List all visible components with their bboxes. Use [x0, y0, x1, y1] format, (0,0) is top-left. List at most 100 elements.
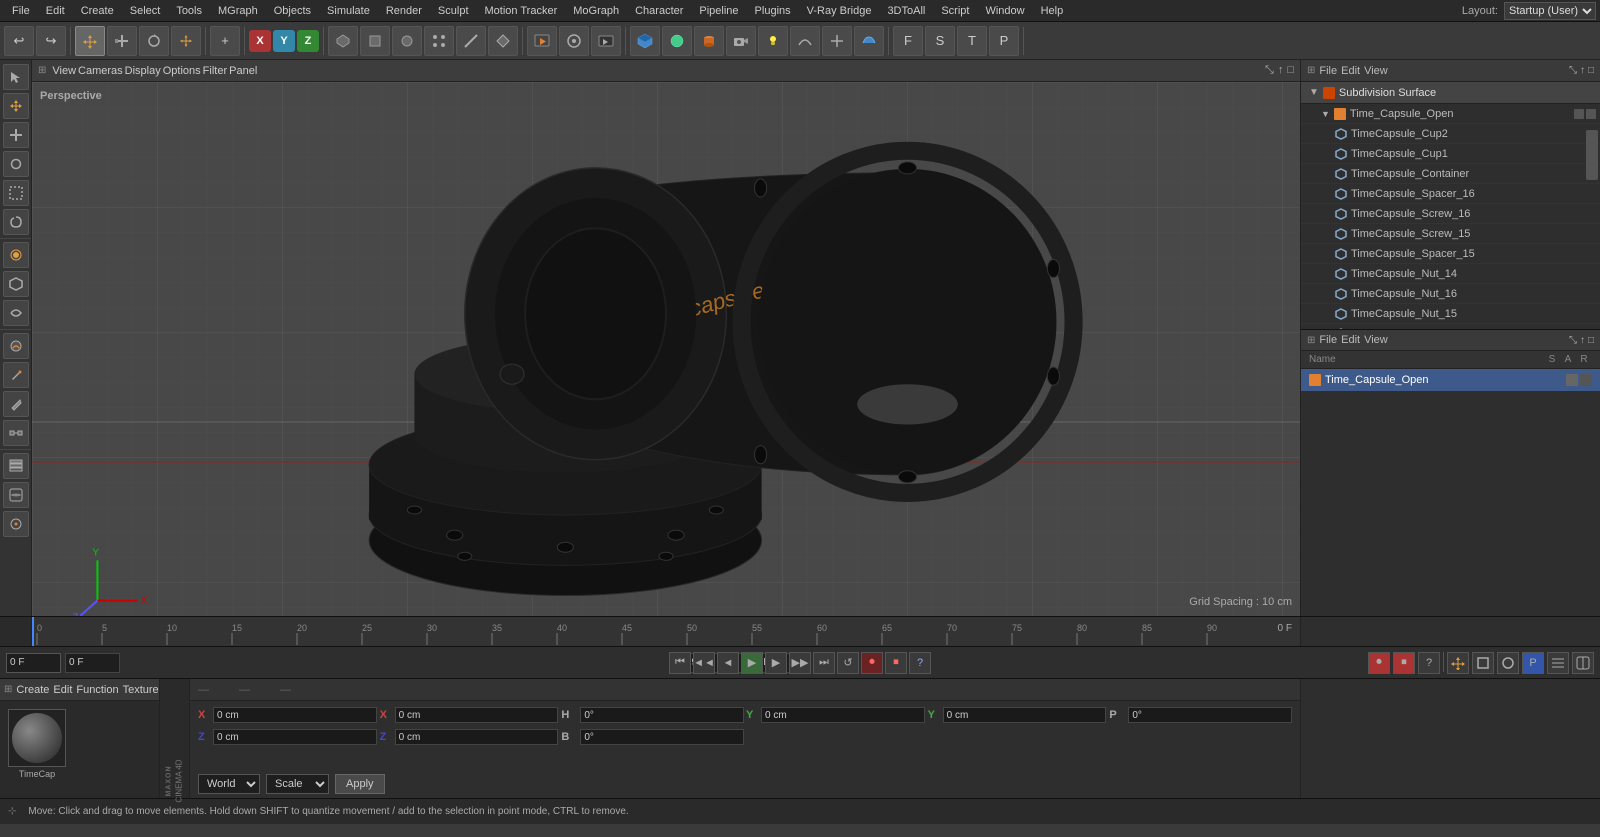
menu-vray[interactable]: V-Ray Bridge	[799, 3, 880, 19]
left-tool-box[interactable]	[3, 180, 29, 206]
transform-mode-btn5[interactable]	[1547, 652, 1569, 674]
left-tool-texture[interactable]	[3, 482, 29, 508]
rotate-tool-btn[interactable]	[139, 26, 169, 56]
scene-view-menu[interactable]: View	[1364, 65, 1388, 77]
tree-item-cup2[interactable]: TimeCapsule_Cup2	[1301, 124, 1600, 144]
tree-scrollbar-thumb[interactable]	[1586, 130, 1598, 180]
menu-mograph[interactable]: MGraph	[210, 3, 266, 19]
menu-file[interactable]: File	[4, 3, 38, 19]
menu-3dtoall[interactable]: 3DToAll	[879, 3, 933, 19]
scene-edit-menu[interactable]: Edit	[1341, 65, 1360, 77]
viewport-menu-display[interactable]: Display	[125, 65, 161, 77]
selected-object-row[interactable]: Time_Capsule_Open	[1301, 369, 1600, 391]
tree-item-nut14[interactable]: TimeCapsule_Nut_14	[1301, 264, 1600, 284]
menu-sculpt[interactable]: Sculpt	[430, 3, 477, 19]
transform-mode-select[interactable]: Scale Move Rotate	[266, 774, 329, 794]
left-tool-snap[interactable]	[3, 511, 29, 537]
menu-window[interactable]: Window	[977, 3, 1032, 19]
help-btn[interactable]: ?	[909, 652, 931, 674]
coord-y2-input[interactable]	[943, 707, 1107, 723]
menu-script[interactable]: Script	[933, 3, 977, 19]
mat-create-menu[interactable]: Create	[16, 684, 49, 696]
record-btn[interactable]: ⏺	[861, 652, 883, 674]
props-up-icon[interactable]: ↑	[1580, 335, 1585, 346]
transform-mode-btn3[interactable]	[1497, 652, 1519, 674]
next-key-btn[interactable]: ▶▶	[789, 652, 811, 674]
left-tool-live[interactable]	[3, 242, 29, 268]
visibility-dot[interactable]	[1574, 109, 1584, 119]
skip-to-end-btn[interactable]: ⏭	[813, 652, 835, 674]
props-view-menu[interactable]: View	[1364, 334, 1388, 346]
menu-character[interactable]: Character	[627, 3, 691, 19]
question-icon-btn[interactable]: ?	[1418, 652, 1440, 674]
top-view-btn[interactable]: T	[957, 26, 987, 56]
record-icon-btn[interactable]: ⏺	[1368, 652, 1390, 674]
camera-btn[interactable]	[726, 26, 756, 56]
model-mode-btn[interactable]	[328, 26, 358, 56]
undo-btn[interactable]: ↩	[4, 26, 34, 56]
menu-tools[interactable]: Tools	[168, 3, 210, 19]
left-tool-sculpt[interactable]	[3, 333, 29, 359]
tree-item-screw16[interactable]: TimeCapsule_Screw_16	[1301, 204, 1600, 224]
side-view-btn[interactable]: S	[925, 26, 955, 56]
stop-record-btn[interactable]: ⏹	[885, 652, 907, 674]
left-tool-lasso[interactable]	[3, 209, 29, 235]
scene-max-icon[interactable]: □	[1588, 65, 1594, 76]
skip-to-start-btn[interactable]: ⏮	[669, 652, 691, 674]
light-btn[interactable]	[758, 26, 788, 56]
move-tool-btn[interactable]	[75, 26, 105, 56]
menu-simulate[interactable]: Simulate	[319, 3, 378, 19]
tree-item-container[interactable]: TimeCapsule_Container	[1301, 164, 1600, 184]
tree-item-capsule-open[interactable]: ▼ Time_Capsule_Open	[1301, 104, 1600, 124]
tree-item-cup1[interactable]: TimeCapsule_Cup1	[1301, 144, 1600, 164]
mat-edit-menu[interactable]: Edit	[53, 684, 72, 696]
props-max-icon[interactable]: □	[1588, 335, 1594, 346]
add-btn[interactable]: +	[210, 26, 240, 56]
sky-btn[interactable]	[854, 26, 884, 56]
tree-item-nut15[interactable]: TimeCapsule_Nut_15	[1301, 304, 1600, 324]
tree-item-spacer16[interactable]: TimeCapsule_Spacer_16	[1301, 184, 1600, 204]
ruler-track[interactable]: 0 5 10 15 20 25 30 35 40 45 50 55 60	[32, 617, 1300, 646]
next-frame-btn[interactable]: ▶	[765, 652, 787, 674]
persp-view-btn[interactable]: P	[989, 26, 1019, 56]
viewport-expand-icon[interactable]: ⤡	[1265, 64, 1274, 77]
coord-x-input[interactable]	[213, 707, 377, 723]
render-dot[interactable]	[1586, 109, 1596, 119]
viewport-menu-view[interactable]: View	[52, 65, 76, 77]
x-axis-btn[interactable]: X	[249, 30, 271, 52]
transform-mode-btn6[interactable]	[1572, 652, 1594, 674]
front-view-btn[interactable]: F	[893, 26, 923, 56]
cube-view-btn[interactable]	[630, 26, 660, 56]
render-view-btn[interactable]	[527, 26, 557, 56]
menu-objects[interactable]: Objects	[266, 3, 319, 19]
menu-help[interactable]: Help	[1033, 3, 1072, 19]
loop-btn[interactable]: ↺	[837, 652, 859, 674]
redo-btn[interactable]: ↪	[36, 26, 66, 56]
viewport-menu-panel[interactable]: Panel	[229, 65, 257, 77]
obj-render-toggle[interactable]	[1580, 374, 1592, 386]
coord-z-input[interactable]	[213, 729, 377, 745]
menu-create[interactable]: Create	[73, 3, 122, 19]
play-btn[interactable]: ▶	[741, 652, 763, 674]
z-axis-btn[interactable]: Z	[297, 30, 319, 52]
coord-system-select[interactable]: World Object	[198, 774, 260, 794]
coord-p-input[interactable]	[1128, 707, 1292, 723]
coord-x2-input[interactable]	[395, 707, 559, 723]
scale-tool-btn[interactable]	[107, 26, 137, 56]
tree-item-nut16[interactable]: TimeCapsule_Nut_16	[1301, 284, 1600, 304]
coord-b-input[interactable]	[580, 729, 744, 745]
mat-function-menu[interactable]: Function	[76, 684, 118, 696]
props-expand-icon[interactable]: ⤡	[1569, 335, 1577, 346]
cylinder-view-btn[interactable]	[694, 26, 724, 56]
menu-edit[interactable]: Edit	[38, 3, 73, 19]
layout-dropdown[interactable]: Startup (User)	[1504, 2, 1596, 20]
second-frame-input[interactable]: 0 F	[65, 653, 120, 673]
y-axis-btn[interactable]: Y	[273, 30, 295, 52]
viewport-maximize-icon[interactable]: □	[1287, 64, 1294, 77]
transform-mode-btn4[interactable]: P	[1522, 652, 1544, 674]
left-tool-mesh[interactable]	[3, 271, 29, 297]
material-slot[interactable]: TimeCap	[8, 709, 66, 779]
scene-up-icon[interactable]: ↑	[1580, 65, 1585, 76]
coord-h-input[interactable]	[580, 707, 744, 723]
mat-texture-menu[interactable]: Texture	[123, 684, 159, 696]
